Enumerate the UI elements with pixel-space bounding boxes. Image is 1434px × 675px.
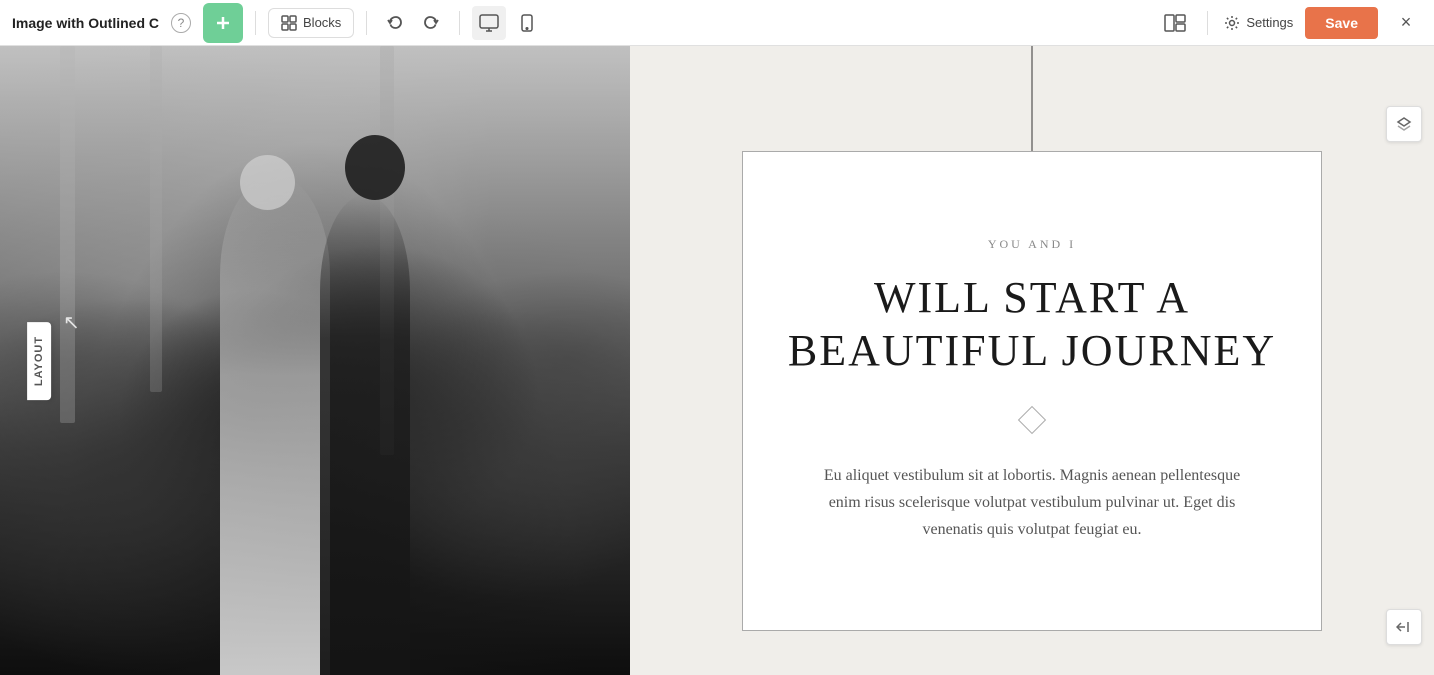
divider-1 [255,11,256,35]
blocks-icon [281,15,297,31]
column-1 [60,46,75,423]
device-buttons [472,6,544,40]
divider-4 [1207,11,1208,35]
topbar: Image with Outlined C ? Blocks [0,0,1434,46]
collapse-icon [1396,620,1412,634]
blocks-label: Blocks [303,15,341,30]
right-side-buttons [1386,106,1422,142]
content-card: YOU AND I WILL START A BEAUTIFUL JOURNEY… [742,151,1322,631]
save-button[interactable]: Save [1305,7,1378,39]
help-icon[interactable]: ? [171,13,191,33]
mobile-icon [521,14,533,32]
settings-label: Settings [1246,15,1293,30]
layers-button[interactable] [1386,106,1422,142]
main-content: LAYOUT ↖ YOU AND I WILL START A BEAUTIFU… [0,46,1434,675]
plus-icon [214,14,232,32]
desktop-icon [479,14,499,32]
settings-icon [1224,15,1240,31]
layout-toggle-button[interactable] [1159,7,1191,39]
card-subtitle: YOU AND I [988,237,1076,252]
undo-redo-group [379,7,447,39]
layers-icon [1396,116,1412,132]
left-panel: LAYOUT ↖ [0,46,630,675]
redo-button[interactable] [415,7,447,39]
couple-silhouette [180,75,440,675]
layout-icon [1164,14,1186,32]
settings-button[interactable]: Settings [1224,15,1293,31]
column-2 [150,46,162,392]
divider-2 [366,11,367,35]
card-title: WILL START A BEAUTIFUL JOURNEY [788,272,1276,378]
close-button[interactable]: × [1390,7,1422,39]
card-body-text: Eu aliquet vestibulum sit at lobortis. M… [822,462,1242,544]
mobile-view-button[interactable] [510,6,544,40]
collapse-button[interactable] [1386,609,1422,645]
desktop-view-button[interactable] [472,6,506,40]
add-block-button[interactable] [203,3,243,43]
wedding-photo [0,46,630,675]
layout-tab[interactable]: LAYOUT [27,321,51,399]
undo-button[interactable] [379,7,411,39]
divider-3 [459,11,460,35]
diamond-divider [1018,406,1046,434]
blocks-button[interactable]: Blocks [268,8,354,38]
right-panel: YOU AND I WILL START A BEAUTIFUL JOURNEY… [630,46,1434,675]
topbar-right: Settings Save × [1159,7,1422,39]
page-title: Image with Outlined C [12,15,159,31]
redo-icon [422,14,440,32]
undo-icon [386,14,404,32]
